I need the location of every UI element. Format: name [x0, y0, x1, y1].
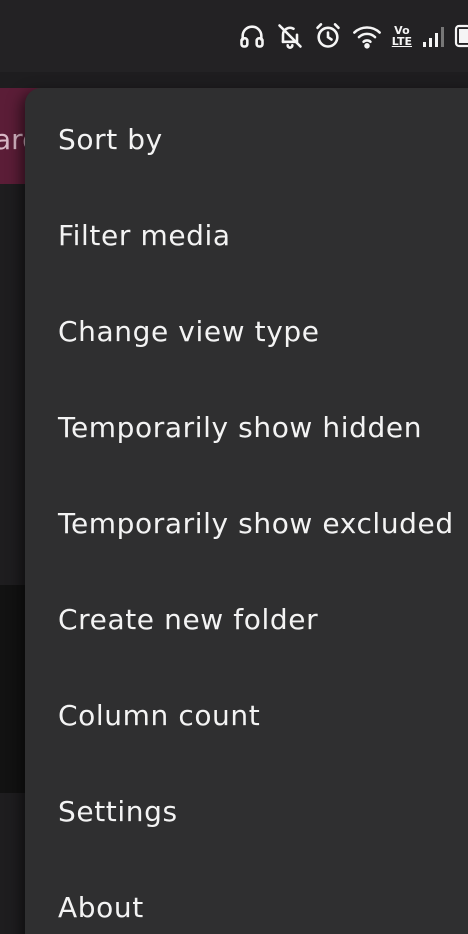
signal-icon	[422, 22, 444, 50]
wifi-icon	[352, 22, 382, 50]
menu-item-sort-by[interactable]: Sort by	[25, 91, 468, 187]
menu-item-create-new-folder[interactable]: Create new folder	[25, 571, 468, 667]
menu-item-change-view-type[interactable]: Change view type	[25, 283, 468, 379]
alarm-icon	[314, 22, 342, 50]
menu-item-about[interactable]: About	[25, 859, 468, 934]
headphones-icon	[238, 22, 266, 50]
menu-item-temporarily-show-excluded[interactable]: Temporarily show excluded	[25, 475, 468, 571]
menu-item-filter-media[interactable]: Filter media	[25, 187, 468, 283]
status-icons: Vo LTE	[238, 20, 468, 52]
overflow-menu: Sort by Filter media Change view type Te…	[25, 88, 468, 934]
volte-bottom-text: LTE	[391, 35, 412, 48]
menu-item-settings[interactable]: Settings	[25, 763, 468, 859]
status-bar: Vo LTE	[0, 0, 468, 72]
screen: Vo LTE ard	[0, 0, 468, 934]
bell-off-icon	[276, 22, 304, 50]
menu-item-column-count[interactable]: Column count	[25, 667, 468, 763]
menu-item-temporarily-show-hidden[interactable]: Temporarily show hidden	[25, 379, 468, 475]
volte-icon: Vo LTE	[392, 25, 412, 47]
battery-icon	[454, 22, 468, 50]
